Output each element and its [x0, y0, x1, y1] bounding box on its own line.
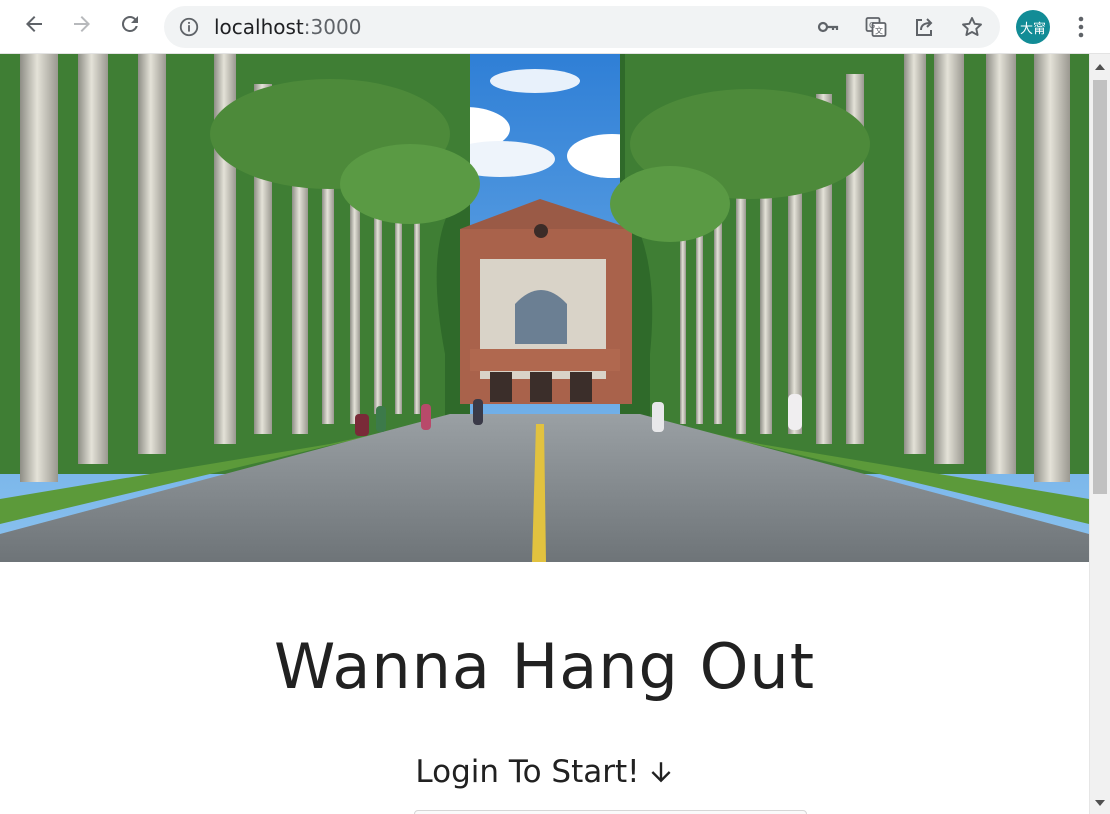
svg-text:文: 文 — [875, 26, 883, 36]
hero-image — [0, 54, 1089, 562]
arrow-left-icon — [26, 16, 42, 32]
info-icon[interactable] — [178, 16, 200, 38]
scroll-down-icon[interactable] — [1095, 800, 1105, 806]
page-title: Wanna Hang Out — [274, 630, 815, 703]
url-host: localhost — [214, 15, 304, 39]
arrow-down-icon — [651, 762, 671, 783]
login-panel-edge[interactable] — [414, 810, 807, 814]
translate-icon[interactable]: G 文 — [863, 14, 889, 40]
profile-avatar[interactable]: 大甯 — [1016, 10, 1050, 44]
login-prompt: Login To Start! — [0, 752, 1089, 792]
page-viewport: Wanna Hang Out Login To Start! — [0, 54, 1089, 814]
scrollbar-thumb[interactable] — [1093, 80, 1107, 494]
more-vertical-icon[interactable] — [1068, 12, 1094, 42]
arrow-right-icon — [74, 16, 90, 32]
star-icon[interactable] — [959, 14, 985, 40]
share-icon[interactable] — [911, 14, 937, 40]
vertical-scrollbar[interactable] — [1089, 54, 1110, 814]
key-icon[interactable] — [815, 14, 841, 40]
reload-button[interactable] — [113, 7, 147, 41]
url-text[interactable]: localhost:3000 — [214, 16, 361, 38]
login-prompt-text: Login To Start! — [415, 754, 640, 790]
back-button[interactable] — [17, 7, 51, 41]
url-port: :3000 — [303, 15, 362, 39]
forward-button[interactable] — [65, 7, 99, 41]
reload-icon — [121, 15, 138, 32]
address-bar[interactable]: localhost:3000 G 文 — [164, 6, 1000, 48]
scroll-up-icon[interactable] — [1095, 64, 1105, 70]
browser-toolbar: localhost:3000 G 文 大甯 — [0, 0, 1110, 54]
